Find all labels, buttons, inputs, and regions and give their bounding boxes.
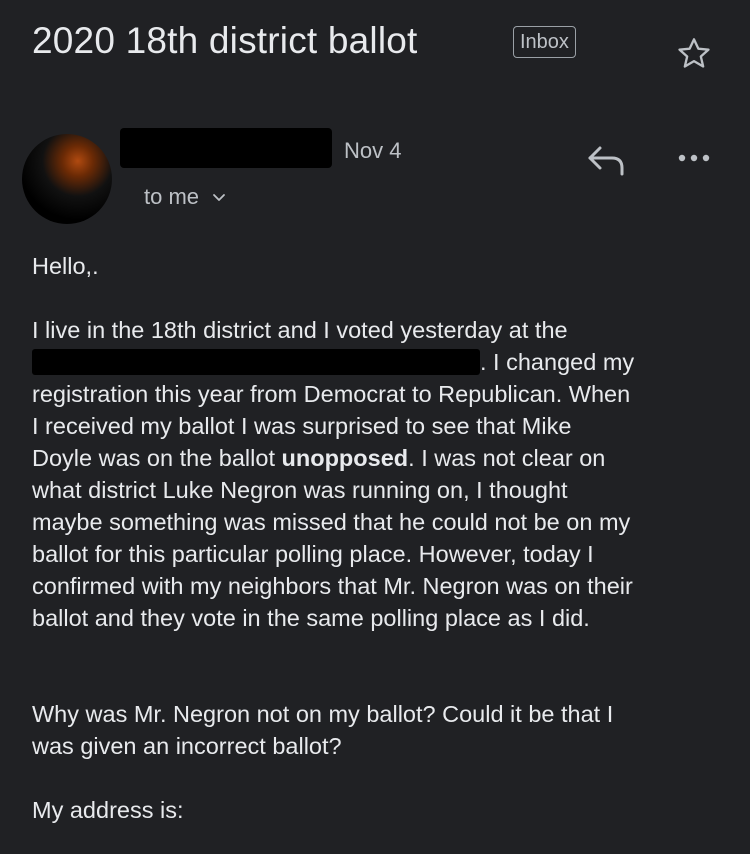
body-paragraph-2: Why was Mr. Negron not on my ballot? Cou… — [32, 698, 732, 762]
body-text: . I changed my — [480, 349, 635, 375]
sender-avatar[interactable] — [22, 134, 112, 224]
body-line: ballot and they vote in the same polling… — [32, 605, 590, 631]
body-text: Doyle was on the ballot — [32, 445, 282, 471]
body-paragraph-3: My address is: — [32, 797, 184, 823]
recipient-label: to me — [144, 184, 200, 209]
body-line: was given an incorrect ballot? — [32, 733, 342, 759]
body-line: I live in the 18th district and I voted … — [32, 317, 568, 343]
body-line: maybe something was missed that he could… — [32, 509, 631, 535]
body-line: what district Luke Negron was running on… — [32, 477, 568, 503]
body-line: . I changed my — [32, 346, 732, 378]
inbox-label-chip[interactable]: Inbox — [513, 26, 576, 58]
body-line: registration this year from Democrat to … — [32, 381, 631, 407]
more-horizontal-icon[interactable] — [674, 148, 714, 168]
body-line: confirmed with my neighbors that Mr. Neg… — [32, 573, 633, 599]
email-body: Hello,. I live in the 18th district and … — [32, 250, 732, 826]
body-paragraph-1: I live in the 18th district and I voted … — [32, 314, 732, 634]
reply-icon[interactable] — [584, 142, 628, 178]
email-subject: 2020 18th district ballot — [32, 20, 418, 61]
email-view: 2020 18th district ballot Inbox Nov 4 to… — [0, 0, 750, 854]
body-line: Doyle was on the ballot unopposed. I was… — [32, 442, 732, 474]
sender-row: Nov 4 to me — [0, 120, 750, 230]
subject-row: 2020 18th district ballot Inbox — [32, 14, 722, 74]
redacted-sender-name — [120, 128, 332, 168]
bold-text: unopposed — [281, 445, 409, 471]
body-line: ballot for this particular polling place… — [32, 541, 594, 567]
body-line: I received my ballot I was surprised to … — [32, 413, 572, 439]
redacted-location — [32, 349, 480, 375]
email-date: Nov 4 — [344, 138, 402, 163]
body-line: Why was Mr. Negron not on my ballot? Cou… — [32, 701, 614, 727]
email-greeting: Hello,. — [32, 253, 99, 279]
chevron-down-icon — [213, 194, 226, 202]
body-text: . I was not clear on — [408, 445, 606, 471]
star-icon[interactable] — [674, 34, 714, 74]
recipient-details-toggle[interactable]: to me — [144, 184, 227, 210]
